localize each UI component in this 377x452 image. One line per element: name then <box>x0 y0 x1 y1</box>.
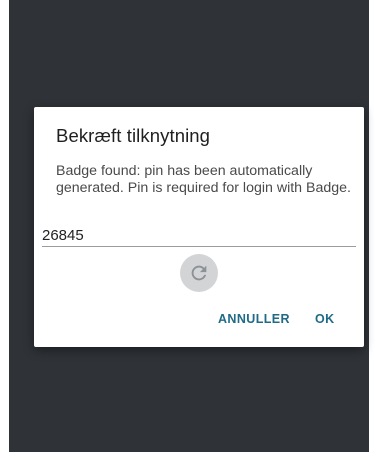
confirm-link-dialog: Bekræft tilknytning Badge found: pin has… <box>34 107 364 347</box>
cancel-button[interactable]: ANNULLER <box>218 312 290 326</box>
pin-input[interactable] <box>42 224 356 247</box>
ok-button[interactable]: OK <box>315 312 335 326</box>
dialog-title: Bekræft tilknytning <box>56 125 211 146</box>
refresh-pin-button[interactable] <box>180 254 218 292</box>
refresh-icon <box>188 262 210 284</box>
dialog-message: Badge found: pin has been automatically … <box>56 163 351 196</box>
